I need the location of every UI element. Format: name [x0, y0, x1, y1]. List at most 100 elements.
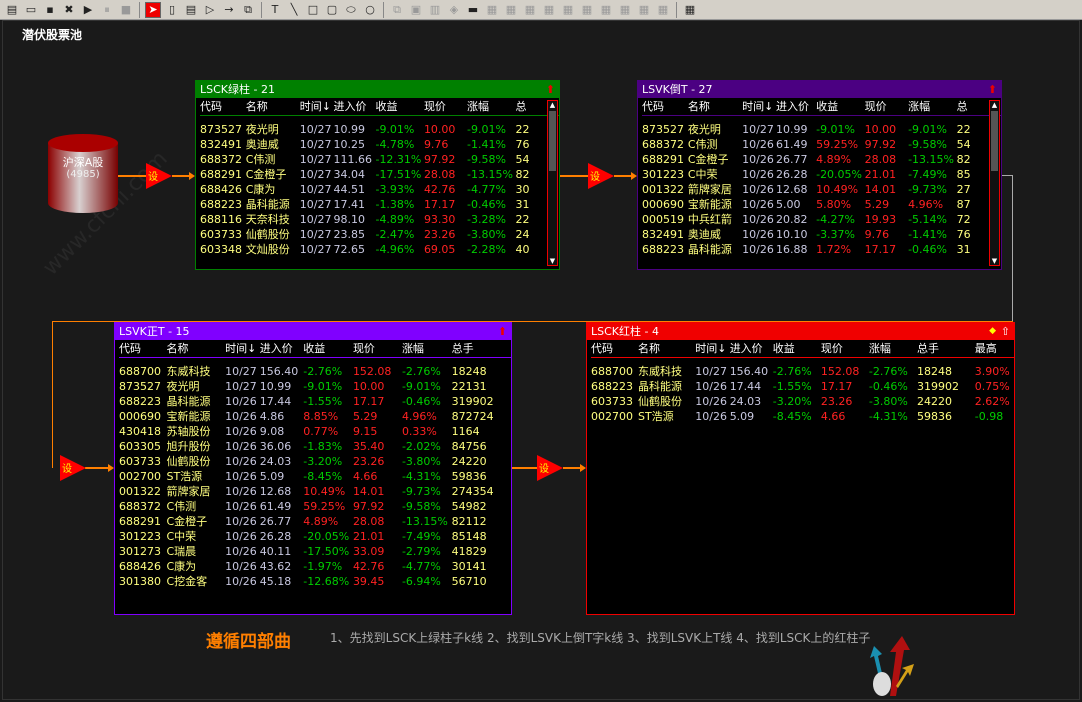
table-row[interactable]: 688700 东威科技 10/27 156.40 -2.76% 152.08 -2.76% 1…: [119, 357, 511, 379]
text-tool-icon[interactable]: T: [267, 2, 283, 18]
table-row[interactable]: 301223 C中荣 10/26 26.28 -20.05% 21.01 -7.49% 851…: [119, 529, 511, 544]
align-left-icon[interactable]: ▦: [484, 2, 500, 18]
table-row[interactable]: 430418 苏轴股份 10/26 9.08 0.77% 9.15 0.33% 1164: [119, 424, 511, 439]
same-height-icon[interactable]: ▦: [655, 2, 671, 18]
line-icon[interactable]: ╲: [286, 2, 302, 18]
table-row[interactable]: 873527 夜光明 10/27 10.99 -9.01% 10.00 -9.01% 22: [642, 115, 1001, 137]
rounded-rect-icon[interactable]: ▯: [164, 2, 180, 18]
filter-node-2[interactable]: 设: [588, 163, 614, 189]
center-h-icon[interactable]: ▦: [522, 2, 538, 18]
column-header[interactable]: 涨幅: [869, 340, 917, 357]
column-header[interactable]: 时间↓: [742, 98, 776, 115]
vertical-scrollbar[interactable]: ▲ ▼: [547, 100, 558, 266]
column-header[interactable]: 进入价: [260, 340, 304, 357]
column-header[interactable]: 涨幅: [908, 98, 957, 115]
scroll-down-icon[interactable]: ▼: [548, 257, 557, 265]
table-row[interactable]: 001322 箭牌家居 10/26 12.68 10.49% 14.01 -9.73% 274…: [119, 484, 511, 499]
table-row[interactable]: 603733 仙鹤股份 10/26 24.03 -3.20% 23.26 -3.80% 242…: [119, 454, 511, 469]
table-row[interactable]: 301273 C瑞晨 10/26 40.11 -17.50% 33.09 -2.79% 418…: [119, 544, 511, 559]
table-row[interactable]: 603348 文灿股份 10/27 72.65 -4.96% 69.05 -2.28% 40: [200, 242, 559, 257]
fill-icon[interactable]: ◈: [446, 2, 462, 18]
filter-node-4[interactable]: 设: [537, 455, 563, 481]
table-row[interactable]: 000690 宝新能源 10/26 4.86 8.85% 5.29 4.96% 872724: [119, 409, 511, 424]
scroll-up-icon[interactable]: ▲: [548, 101, 557, 109]
table-row[interactable]: 873527 夜光明 10/27 10.99 -9.01% 10.00 -9.01% 22: [200, 115, 559, 137]
column-header[interactable]: 现价: [865, 98, 908, 115]
table-row[interactable]: 000519 中兵红箭 10/26 20.82 -4.27% 19.93 -5.14% 72: [642, 212, 1001, 227]
column-header[interactable]: 名称: [166, 340, 225, 357]
table-row[interactable]: 603305 旭升股份 10/26 36.06 -1.83% 35.40 -2.02% 847…: [119, 439, 511, 454]
column-header[interactable]: 进入价: [334, 98, 376, 115]
table-row[interactable]: 001322 箭牌家居 10/26 12.68 10.49% 14.01 -9.73% 27: [642, 182, 1001, 197]
play-icon[interactable]: ▶: [80, 2, 96, 18]
table-row[interactable]: 688223 晶科能源 10/26 17.44 -1.55% 17.17 -0.46% 319…: [591, 379, 1014, 394]
circle-icon[interactable]: ○: [362, 2, 378, 18]
scroll-up-icon[interactable]: ▲: [990, 101, 999, 109]
collapse-arrow-icon[interactable]: ⬆: [546, 81, 555, 98]
column-header[interactable]: 代码: [200, 98, 246, 115]
table-row[interactable]: 688223 晶科能源 10/26 17.44 -1.55% 17.17 -0.46% 319…: [119, 394, 511, 409]
column-header[interactable]: 收益: [375, 98, 423, 115]
arrow-icon[interactable]: →: [221, 2, 237, 18]
column-header[interactable]: 总手: [917, 340, 975, 357]
column-header[interactable]: 时间↓: [695, 340, 729, 357]
scroll-down-icon[interactable]: ▼: [990, 257, 999, 265]
text-box-icon[interactable]: ⧉: [240, 2, 256, 18]
table-row[interactable]: 688291 C金橙子 10/27 34.04 -17.51% 28.08 -13.15% 8…: [200, 167, 559, 182]
table-row[interactable]: 688223 晶科能源 10/27 17.41 -1.38% 17.17 -0.46% 31: [200, 197, 559, 212]
table-row[interactable]: 688372 C伟测 10/26 61.49 59.25% 97.92 -9.58% 5498…: [119, 499, 511, 514]
column-header[interactable]: 收益: [816, 98, 865, 115]
table-row[interactable]: 688700 东威科技 10/27 156.40 -2.76% 152.08 -2.76% 1…: [591, 357, 1014, 379]
scroll-thumb[interactable]: [549, 111, 556, 171]
column-header[interactable]: 代码: [591, 340, 638, 357]
table-row[interactable]: 603733 仙鹤股份 10/27 23.85 -2.47% 23.26 -3.80% 24: [200, 227, 559, 242]
table-row[interactable]: 688291 C金橙子 10/26 26.77 4.89% 28.08 -13.15% 821…: [119, 514, 511, 529]
table-row[interactable]: 603733 仙鹤股份 10/26 24.03 -3.20% 23.26 -3.80% 242…: [591, 394, 1014, 409]
table-row[interactable]: 688116 天奈科技 10/27 98.10 -4.89% 93.30 -3.28% 22: [200, 212, 559, 227]
column-header[interactable]: 现价: [353, 340, 402, 357]
column-header[interactable]: 进入价: [776, 98, 816, 115]
column-header[interactable]: 涨幅: [402, 340, 452, 357]
stop-icon[interactable]: ■: [118, 2, 134, 18]
save-icon[interactable]: ▪: [42, 2, 58, 18]
vertical-scrollbar[interactable]: ▲ ▼: [989, 100, 1000, 266]
round-rect-icon[interactable]: ▢: [324, 2, 340, 18]
delete-icon[interactable]: ✖: [61, 2, 77, 18]
column-header[interactable]: 名称: [688, 98, 742, 115]
column-header[interactable]: 现价: [821, 340, 869, 357]
rect-icon[interactable]: □: [305, 2, 321, 18]
list-icon[interactable]: ▤: [183, 2, 199, 18]
table-row[interactable]: 688291 C金橙子 10/26 26.77 4.89% 28.08 -13.15% 82: [642, 152, 1001, 167]
table-row[interactable]: 002700 ST浩源 10/26 5.09 -8.45% 4.66 -4.31% 59836: [119, 469, 511, 484]
collapse-arrow-icon[interactable]: ⇧: [1001, 323, 1010, 340]
column-header[interactable]: 进入价: [730, 340, 773, 357]
scroll-thumb[interactable]: [991, 111, 998, 171]
align-top-icon[interactable]: ▦: [541, 2, 557, 18]
column-header[interactable]: 代码: [642, 98, 688, 115]
triangle-icon[interactable]: ▷: [202, 2, 218, 18]
pause-icon[interactable]: ⏸: [99, 2, 115, 18]
column-header[interactable]: 收益: [303, 340, 353, 357]
align-right-icon[interactable]: ▦: [503, 2, 519, 18]
paste-icon[interactable]: ▣: [408, 2, 424, 18]
table-row[interactable]: 301380 C挖金客 10/26 45.18 -12.68% 39.45 -6.94% 56…: [119, 574, 511, 589]
column-header[interactable]: 涨幅: [467, 98, 515, 115]
table-row[interactable]: 832491 奥迪威 10/26 10.10 -3.37% 9.76 -1.41% 76: [642, 227, 1001, 242]
table-row[interactable]: 301223 C中荣 10/26 26.28 -20.05% 21.01 -7.49% 85: [642, 167, 1001, 182]
align-bottom-icon[interactable]: ▦: [560, 2, 576, 18]
table-row[interactable]: 688372 C伟测 10/26 61.49 59.25% 97.92 -9.58% 54: [642, 137, 1001, 152]
column-header[interactable]: 名称: [638, 340, 695, 357]
column-header[interactable]: 收益: [773, 340, 821, 357]
table-row[interactable]: 688426 C康为 10/26 43.62 -1.97% 42.76 -4.77% 3014…: [119, 559, 511, 574]
table-row[interactable]: 000690 宝新能源 10/26 5.00 5.80% 5.29 4.96% 87: [642, 197, 1001, 212]
space-h-icon[interactable]: ▦: [598, 2, 614, 18]
pointer-icon[interactable]: ➤: [145, 1, 161, 18]
column-header[interactable]: 时间↓: [300, 98, 334, 115]
network-icon[interactable]: ▦: [682, 2, 698, 18]
column-header[interactable]: 现价: [424, 98, 467, 115]
color-icon[interactable]: ▬: [465, 2, 481, 18]
copy-icon[interactable]: ⧉: [389, 2, 405, 18]
column-header[interactable]: 总手: [452, 340, 511, 357]
table-row[interactable]: 832491 奥迪威 10/27 10.25 -4.78% 9.76 -1.41% 76: [200, 137, 559, 152]
column-header[interactable]: 时间↓: [225, 340, 260, 357]
